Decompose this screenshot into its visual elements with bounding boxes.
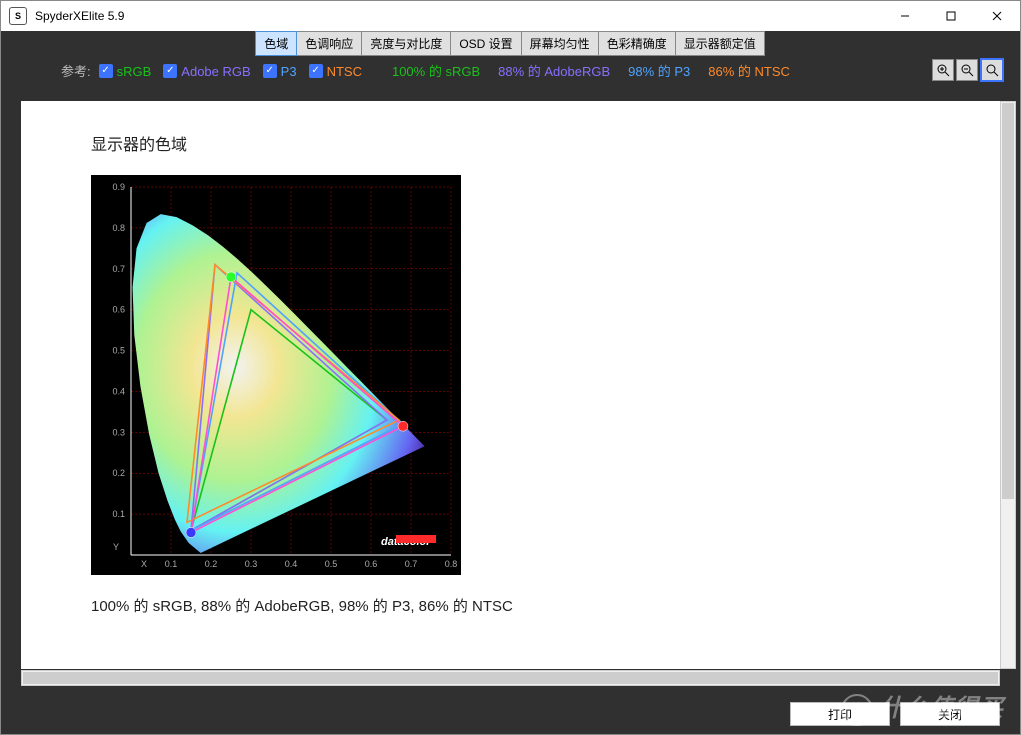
svg-text:0.6: 0.6 — [112, 305, 125, 315]
tab-6[interactable]: 显示器额定值 — [675, 31, 765, 56]
close-button[interactable] — [974, 1, 1020, 31]
svg-text:0.1: 0.1 — [112, 509, 125, 519]
pct-3: 86% 的 NTSC — [708, 61, 790, 80]
ref-check-P3[interactable]: ✓P3 — [263, 64, 297, 79]
quit-button[interactable]: 关闭 — [900, 702, 1000, 726]
page-title: 显示器的色域 — [91, 131, 930, 155]
svg-text:0.8: 0.8 — [112, 223, 125, 233]
ref-check-sRGB[interactable]: ✓sRGB — [99, 64, 152, 79]
ref-check-NTSC[interactable]: ✓NTSC — [309, 64, 362, 79]
svg-text:0.3: 0.3 — [112, 427, 125, 437]
minimize-button[interactable] — [882, 1, 928, 31]
zoom-in-button[interactable] — [932, 59, 954, 81]
tab-3[interactable]: OSD 设置 — [450, 31, 521, 56]
window-title: SpyderXElite 5.9 — [35, 9, 882, 23]
svg-text:0.2: 0.2 — [205, 559, 218, 569]
svg-text:0.1: 0.1 — [165, 559, 178, 569]
titlebar: S SpyderXElite 5.9 — [1, 1, 1020, 31]
svg-text:0.7: 0.7 — [112, 264, 125, 274]
vertical-scrollbar[interactable] — [1000, 101, 1016, 669]
pct-2: 98% 的 P3 — [628, 61, 690, 80]
app-icon: S — [9, 7, 27, 25]
print-button[interactable]: 打印 — [790, 702, 890, 726]
reference-bar: 参考: ✓sRGB ✓Adobe RGB ✓P3 ✓NTSC 100% 的 sRGB 8… — [1, 55, 1020, 85]
svg-text:0.5: 0.5 — [112, 346, 125, 356]
svg-text:0.9: 0.9 — [112, 182, 125, 192]
tabbar: 色域色调响应亮度与对比度OSD 设置屏幕均匀性色彩精确度显示器额定值 — [1, 31, 1020, 55]
tab-4[interactable]: 屏幕均匀性 — [521, 31, 599, 56]
svg-text:0.3: 0.3 — [245, 559, 258, 569]
reference-label: 参考: — [61, 61, 91, 80]
app-body: 色域色调响应亮度与对比度OSD 设置屏幕均匀性色彩精确度显示器额定值 参考: ✓… — [1, 31, 1020, 734]
content-frame: 显示器的色域 0.1 0.2 0.3 0.4 0.5 0.6 0.7 0.8 0.1 0.2 0.3… — [21, 101, 1000, 669]
gamut-chart: 0.1 0.2 0.3 0.4 0.5 0.6 0.7 0.8 0.1 0.2 0.3 0.4 0.5 0… — [91, 175, 461, 575]
zoom-out-button[interactable] — [956, 59, 978, 81]
tab-5[interactable]: 色彩精确度 — [598, 31, 676, 56]
checkbox-icon: ✓ — [163, 64, 177, 78]
tab-1[interactable]: 色调响应 — [296, 31, 362, 56]
svg-text:0.6: 0.6 — [365, 559, 378, 569]
pct-1: 88% 的 AdobeRGB — [498, 61, 610, 80]
svg-text:Y: Y — [113, 542, 119, 552]
tab-2[interactable]: 亮度与对比度 — [361, 31, 451, 56]
checkbox-icon: ✓ — [99, 64, 113, 78]
app-window: S SpyderXElite 5.9 色域色调响应亮度与对比度OSD 设置屏幕均… — [0, 0, 1021, 735]
bottom-bar: 打印 关闭 — [1, 694, 1020, 734]
horizontal-scrollbar[interactable] — [21, 670, 1000, 686]
svg-text:0.5: 0.5 — [325, 559, 338, 569]
checkbox-icon: ✓ — [263, 64, 277, 78]
svg-text:X: X — [141, 559, 147, 569]
checkbox-icon: ✓ — [309, 64, 323, 78]
svg-text:0.8: 0.8 — [445, 559, 458, 569]
svg-text:0.7: 0.7 — [405, 559, 418, 569]
svg-text:0.4: 0.4 — [112, 386, 125, 396]
pct-0: 100% 的 sRGB — [392, 61, 480, 80]
ref-check-Adobe-RGB[interactable]: ✓Adobe RGB — [163, 64, 250, 79]
maximize-button[interactable] — [928, 1, 974, 31]
svg-text:0.4: 0.4 — [285, 559, 298, 569]
svg-text:0.2: 0.2 — [112, 468, 125, 478]
summary-text: 100% 的 sRGB, 88% 的 AdobeRGB, 98% 的 P3, 8… — [91, 595, 930, 616]
tab-0[interactable]: 色域 — [255, 31, 297, 56]
zoom-fit-button[interactable] — [980, 58, 1004, 82]
